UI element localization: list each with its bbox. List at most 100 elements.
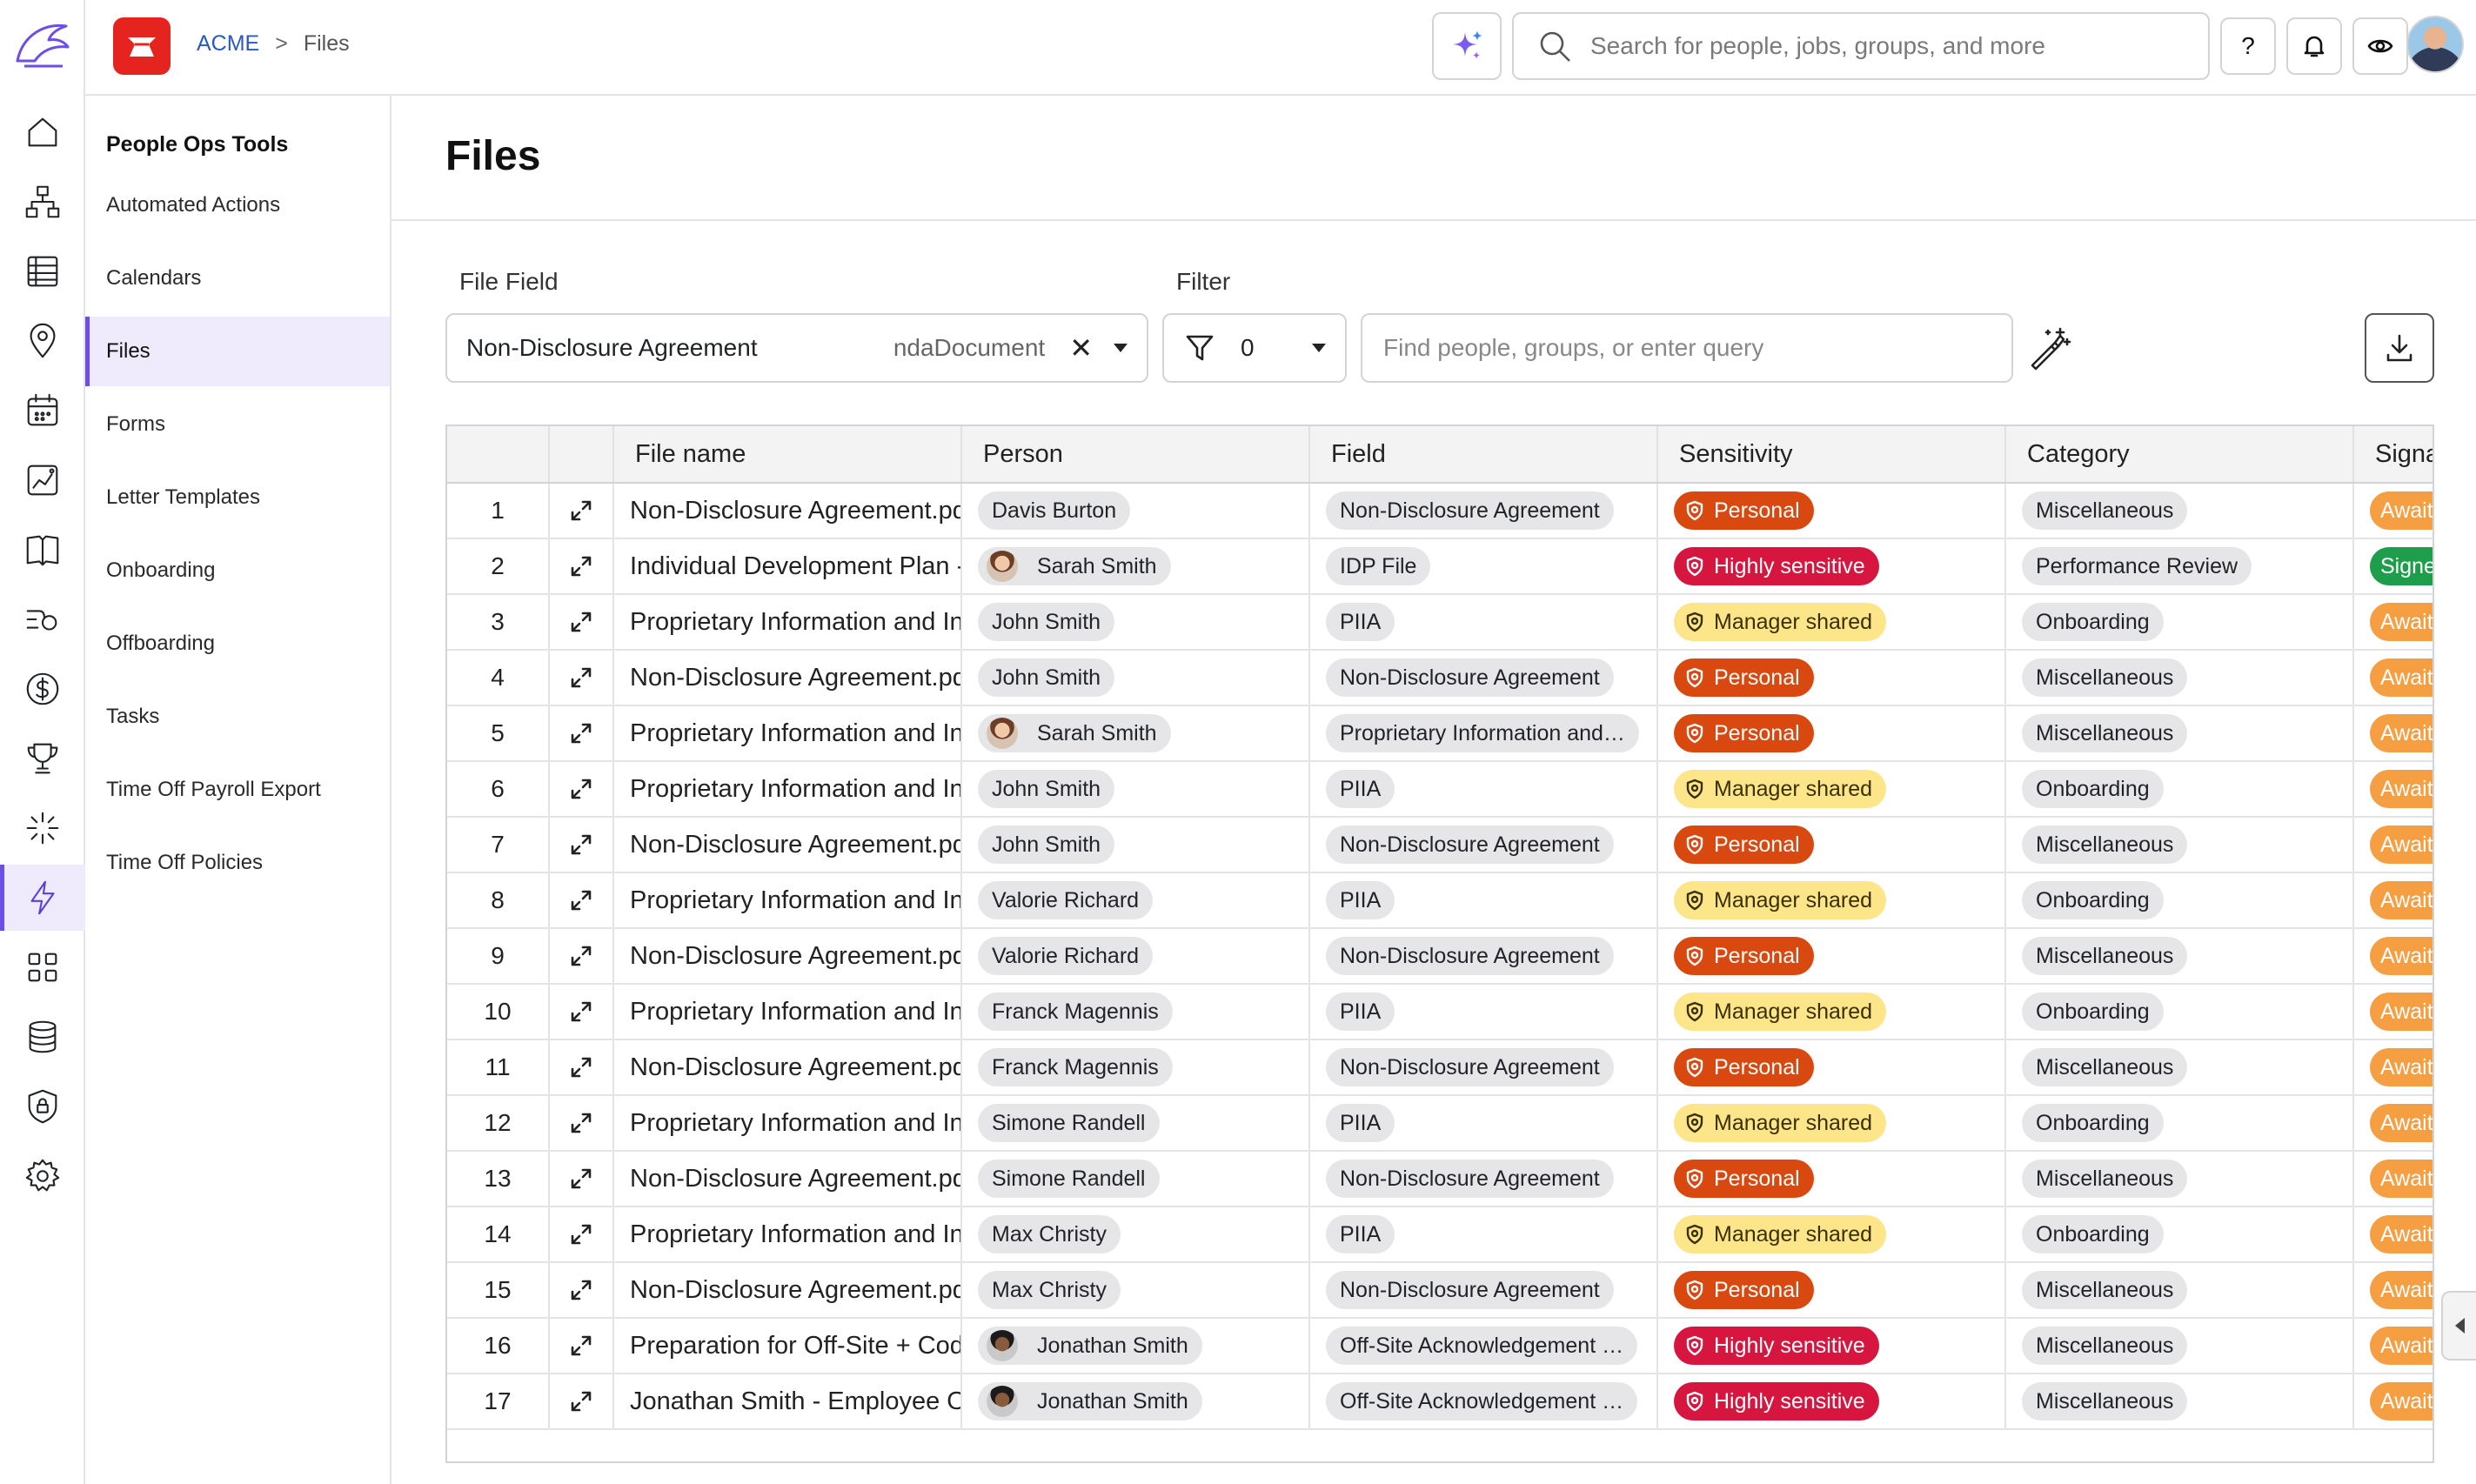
location-pin-icon[interactable] [0,308,85,374]
table-row[interactable]: 16 Preparation for Off-Site + Code of Con… [447,1319,2433,1374]
notifications-button[interactable] [2286,17,2342,75]
expand-row-button[interactable] [550,985,614,1039]
table-row[interactable]: 17 Jonathan Smith - Employee Offer Letter… [447,1374,2433,1430]
expand-row-button[interactable] [550,539,614,593]
column-header-person[interactable]: Person [962,426,1310,482]
org-chart-icon[interactable] [0,169,85,235]
preview-button[interactable] [2352,17,2408,75]
file-name-cell[interactable]: Individual Development Plan - Sarah Smit… [614,539,962,593]
file-name-cell[interactable]: Proprietary Information and Inventions [614,595,962,649]
table-row[interactable]: 10 Proprietary Information and Inventions… [447,985,2433,1040]
person-chip[interactable]: Davis Burton [978,491,1131,530]
global-search-input[interactable] [1590,32,2182,60]
user-avatar[interactable] [2406,16,2464,73]
home-icon[interactable] [0,99,85,165]
file-name-cell[interactable]: Proprietary Information and Inventions [614,706,962,760]
file-name-cell[interactable]: Jonathan Smith - Employee Offer Letter [614,1374,962,1428]
expand-row-button[interactable] [550,1040,614,1094]
person-chip[interactable]: Franck Magennis [978,993,1173,1031]
person-chip[interactable]: John Smith [978,826,1115,864]
expand-row-button[interactable] [550,1096,614,1150]
file-name-cell[interactable]: Proprietary Information and Inventions [614,1207,962,1261]
expand-row-button[interactable] [550,1207,614,1261]
expand-row-button[interactable] [550,929,614,983]
expand-row-button[interactable] [550,762,614,816]
table-row[interactable]: 8 Proprietary Information and Inventions V… [447,873,2433,929]
burst-icon[interactable] [0,795,85,861]
security-shield-icon[interactable] [0,1073,85,1140]
person-chip[interactable]: Sarah Smith [978,547,1171,585]
person-chip[interactable]: John Smith [978,658,1115,697]
file-name-cell[interactable]: Preparation for Off-Site + Code of Condu… [614,1319,962,1373]
person-chip[interactable]: Franck Magennis [978,1048,1173,1086]
table-row[interactable]: 14 Proprietary Information and Inventions… [447,1207,2433,1263]
magic-wand-icon[interactable] [2025,324,2074,372]
file-name-cell[interactable]: Proprietary Information and Inventions [614,985,962,1039]
analytics-icon[interactable] [0,447,85,513]
table-row[interactable]: 5 Proprietary Information and Inventions S… [447,706,2433,762]
table-row[interactable]: 9 Non-Disclosure Agreement.pdf Valorie Ric… [447,929,2433,985]
person-chip[interactable]: Max Christy [978,1215,1121,1253]
person-chip[interactable]: Simone Randell [978,1160,1160,1198]
chevron-down-icon[interactable] [1114,344,1128,352]
lightning-icon[interactable] [0,865,85,931]
file-name-cell[interactable]: Non-Disclosure Agreement.pdf [614,1263,962,1317]
column-header-category[interactable]: Category [2006,426,2354,482]
help-button[interactable]: ? [2220,17,2276,75]
person-chip[interactable]: John Smith [978,603,1115,641]
subnav-item-forms[interactable]: Forms [85,390,390,459]
table-row[interactable]: 1 Non-Disclosure Agreement.pdf Davis Burto… [447,484,2433,539]
column-header-file-name[interactable]: File name [614,426,962,482]
subnav-item-onboarding[interactable]: Onboarding [85,536,390,605]
company-logo-icon[interactable] [113,17,171,75]
book-icon[interactable] [0,517,85,583]
column-header-signature[interactable]: Signa [2354,426,2433,482]
table-row[interactable]: 6 Proprietary Information and Inventions J… [447,762,2433,818]
query-input[interactable] [1361,313,2013,383]
expand-row-button[interactable] [550,651,614,705]
app-logo-icon[interactable] [10,17,73,73]
expand-row-button[interactable] [550,1319,614,1373]
dollar-icon[interactable] [0,656,85,722]
calendar-icon[interactable] [0,378,85,444]
person-chip[interactable]: Sarah Smith [978,714,1171,752]
subnav-item-files[interactable]: Files [85,317,390,386]
table-row[interactable]: 13 Non-Disclosure Agreement.pdf Simone Ran… [447,1152,2433,1207]
apps-grid-icon[interactable] [0,934,85,1000]
file-name-cell[interactable]: Non-Disclosure Agreement.pdf [614,818,962,872]
file-name-cell[interactable]: Non-Disclosure Agreement.pdf [614,651,962,705]
expand-row-button[interactable] [550,706,614,760]
subnav-item-time-off-payroll-export[interactable]: Time Off Payroll Export [85,755,390,825]
person-chip[interactable]: Max Christy [978,1271,1121,1309]
column-header-sensitivity[interactable]: Sensitivity [1658,426,2006,482]
table-icon[interactable] [0,238,85,304]
clear-icon[interactable]: ✕ [1069,331,1093,364]
subnav-item-automated-actions[interactable]: Automated Actions [85,170,390,240]
subnav-item-time-off-policies[interactable]: Time Off Policies [85,828,390,898]
table-row[interactable]: 2 Individual Development Plan - Sarah Smi… [447,539,2433,595]
subnav-item-calendars[interactable]: Calendars [85,244,390,313]
filter-dropdown[interactable]: 0 [1162,313,1347,383]
file-name-cell[interactable]: Non-Disclosure Agreement.pdf [614,484,962,538]
file-name-cell[interactable]: Proprietary Information and Inventions [614,873,962,927]
file-name-cell[interactable]: Proprietary Information and Inventions [614,762,962,816]
global-search[interactable] [1512,12,2210,80]
expand-row-button[interactable] [550,1263,614,1317]
subnav-item-letter-templates[interactable]: Letter Templates [85,463,390,532]
expand-row-button[interactable] [550,818,614,872]
file-name-cell[interactable]: Non-Disclosure Agreement.pdf [614,1040,962,1094]
database-icon[interactable] [0,1004,85,1070]
side-panel-toggle[interactable] [2441,1291,2476,1360]
person-chip[interactable]: Valorie Richard [978,937,1154,975]
table-row[interactable]: 7 Non-Disclosure Agreement.pdf John Smith N… [447,818,2433,873]
table-row[interactable]: 12 Proprietary Information and Inventions… [447,1096,2433,1152]
subnav-item-offboarding[interactable]: Offboarding [85,609,390,678]
column-header-field[interactable]: Field [1310,426,1658,482]
file-field-select[interactable]: Non-Disclosure Agreement ndaDocument ✕ [445,313,1148,383]
expand-row-button[interactable] [550,873,614,927]
table-row[interactable]: 15 Non-Disclosure Agreement.pdf Max Christ… [447,1263,2433,1319]
person-chip[interactable]: John Smith [978,770,1115,808]
expand-row-button[interactable] [550,484,614,538]
file-name-cell[interactable]: Proprietary Information and Inventions [614,1096,962,1150]
ai-assistant-button[interactable] [1432,12,1502,80]
